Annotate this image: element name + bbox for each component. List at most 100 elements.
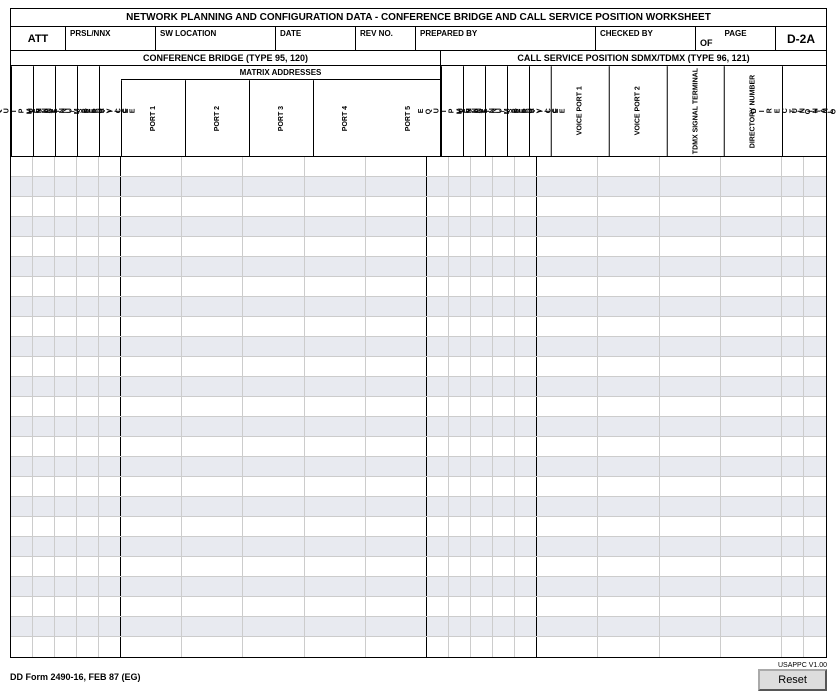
- cell-directional: [782, 217, 804, 236]
- header-row: ATT PRSL/NNX SW LOCATION DATE REV NO. PR…: [10, 26, 827, 50]
- cell-port2: [182, 357, 243, 376]
- cell-cs-type: [449, 457, 471, 476]
- cell-cs-unit: [471, 377, 493, 396]
- table-row: [11, 417, 826, 437]
- cell-cb-type: [33, 617, 55, 636]
- cell-cs-unit: [471, 537, 493, 556]
- cell-directional: [782, 597, 804, 616]
- cell-cs-type: [449, 557, 471, 576]
- cell-tdmx: [660, 377, 721, 396]
- cell-port4: [305, 317, 366, 336]
- cell-unitno: [804, 437, 826, 456]
- cell-voice2: [598, 617, 659, 636]
- cell-directional: [782, 417, 804, 436]
- cell-voice1: [537, 477, 598, 496]
- cell-port1: [121, 257, 182, 276]
- cell-port3: [243, 337, 304, 356]
- cell-cb-nin: [77, 397, 99, 416]
- cell-port3: [243, 177, 304, 196]
- cell-voice2: [598, 197, 659, 216]
- cell-unitno: [804, 477, 826, 496]
- cell-cs-equip: [427, 617, 449, 636]
- cell-cs-unit: [471, 637, 493, 657]
- cell-cs-service: [515, 217, 537, 236]
- cell-port4: [305, 397, 366, 416]
- cell-cs-type: [449, 397, 471, 416]
- table-row: [11, 497, 826, 517]
- cell-cb-unit: [55, 577, 77, 596]
- cell-port5: [366, 597, 427, 616]
- cs-voice1-header: VOICE PORT 1: [551, 66, 609, 156]
- cell-cb-equip: [11, 177, 33, 196]
- cs-voice2-header: VOICE PORT 2: [609, 66, 667, 156]
- cell-cs-type: [449, 437, 471, 456]
- cell-cs-unit: [471, 317, 493, 336]
- cell-cb-equip: [11, 157, 33, 176]
- cell-port5: [366, 237, 427, 256]
- cell-port3: [243, 297, 304, 316]
- cell-cs-unit: [471, 237, 493, 256]
- cell-cs-nin: [493, 177, 515, 196]
- table-row: [11, 157, 826, 177]
- cell-cs-nin: [493, 437, 515, 456]
- cell-unitno: [804, 297, 826, 316]
- cell-cs-nin: [493, 637, 515, 657]
- cell-directory: [721, 637, 782, 657]
- cell-tdmx: [660, 497, 721, 516]
- cell-cs-nin: [493, 157, 515, 176]
- cell-directional: [782, 557, 804, 576]
- cell-cb-nin: [77, 577, 99, 596]
- table-row: [11, 197, 826, 217]
- cell-cb-equip: [11, 277, 33, 296]
- reset-button[interactable]: Reset: [758, 669, 827, 691]
- cell-unitno: [804, 597, 826, 616]
- cell-directory: [721, 577, 782, 596]
- cell-cs-type: [449, 597, 471, 616]
- cell-directional: [782, 157, 804, 176]
- cell-tdmx: [660, 317, 721, 336]
- cell-cs-type: [449, 617, 471, 636]
- cell-tdmx: [660, 237, 721, 256]
- cell-port5: [366, 637, 427, 657]
- cell-cb-equip: [11, 317, 33, 336]
- cell-port3: [243, 517, 304, 536]
- cell-directory: [721, 617, 782, 636]
- cell-cs-nin: [493, 337, 515, 356]
- cell-cb-unit: [55, 517, 77, 536]
- cell-unitno: [804, 317, 826, 336]
- cell-cb-equip: [11, 297, 33, 316]
- cell-cb-equip: [11, 497, 33, 516]
- cell-cb-service: [99, 377, 121, 396]
- cell-cb-nin: [77, 437, 99, 456]
- cell-cb-type: [33, 317, 55, 336]
- cell-cs-equip: [427, 197, 449, 216]
- cell-cb-service: [99, 517, 121, 536]
- cell-directory: [721, 357, 782, 376]
- cell-cs-equip: [427, 257, 449, 276]
- cell-cs-equip: [427, 317, 449, 336]
- table-row: [11, 637, 826, 657]
- cell-cb-unit: [55, 477, 77, 496]
- cell-cb-unit: [55, 617, 77, 636]
- cell-voice1: [537, 197, 598, 216]
- cell-port4: [305, 257, 366, 276]
- cell-cs-unit: [471, 517, 493, 536]
- cell-unitno: [804, 497, 826, 516]
- cell-cs-unit: [471, 397, 493, 416]
- cell-cs-service: [515, 517, 537, 536]
- cell-port5: [366, 297, 427, 316]
- cell-cs-nin: [493, 377, 515, 396]
- cell-directory: [721, 297, 782, 316]
- table-row: [11, 557, 826, 577]
- cell-cs-service: [515, 197, 537, 216]
- date-cell: DATE: [276, 27, 356, 50]
- cell-cb-service: [99, 417, 121, 436]
- cell-port1: [121, 397, 182, 416]
- cell-cs-nin: [493, 237, 515, 256]
- cell-cb-nin: [77, 457, 99, 476]
- cell-cs-service: [515, 277, 537, 296]
- cell-cs-type: [449, 637, 471, 657]
- cell-cb-nin: [77, 157, 99, 176]
- cell-port2: [182, 457, 243, 476]
- cell-directory: [721, 417, 782, 436]
